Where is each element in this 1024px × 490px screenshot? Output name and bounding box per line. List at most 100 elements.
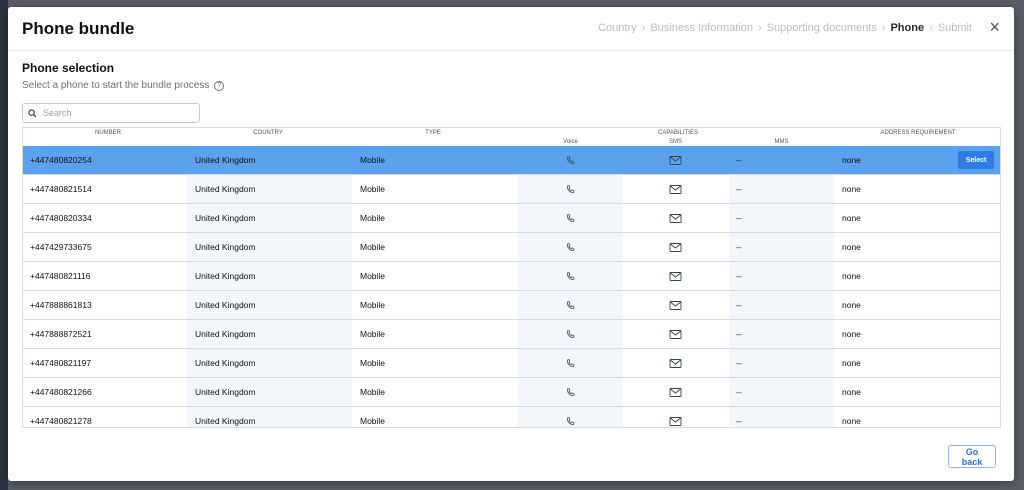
section-subtitle: Select a phone to start the bundle proce… [22, 80, 225, 91]
cell-type: Mobile [360, 242, 386, 252]
envelope-icon [669, 378, 682, 406]
cell-type: Mobile [360, 416, 386, 426]
breadcrumb-item-submit[interactable]: Submit [938, 22, 972, 34]
section-subtitle-text: Select a phone to start the bundle proce… [22, 80, 210, 91]
table-row[interactable]: +447480821278 United Kingdom Mobile -- none [23, 407, 1000, 427]
phone-icon [565, 407, 576, 427]
cell-address-requirement: none [842, 271, 861, 281]
cell-mms: -- [736, 271, 742, 281]
cell-number: +447429733675 [30, 242, 92, 252]
breadcrumb-item-country[interactable]: Country [598, 22, 637, 34]
header-capabilities: CAPABILITIES [658, 130, 698, 136]
cell-type: Mobile [360, 300, 386, 310]
cell-address-requirement: none [842, 300, 861, 310]
cell-country: United Kingdom [195, 329, 256, 339]
chevron-right-icon: › [758, 22, 762, 34]
phone-icon [565, 204, 576, 232]
cell-mms: -- [736, 329, 742, 339]
help-circle-icon[interactable]: ? [214, 80, 225, 91]
header-country[interactable]: COUNTRY [218, 130, 318, 136]
breadcrumb-item-business-information[interactable]: Business Information [650, 22, 753, 34]
table-row[interactable]: +447480821116 United Kingdom Mobile -- none [23, 262, 1000, 291]
breadcrumb-item-phone[interactable]: Phone [890, 22, 924, 34]
phone-icon [565, 175, 576, 203]
cell-country: United Kingdom [195, 155, 256, 165]
cell-number: +447480821197 [30, 358, 92, 368]
phone-icon [565, 349, 576, 377]
cell-mms: -- [736, 387, 742, 397]
cell-number: +447888872521 [30, 329, 92, 339]
envelope-icon [669, 233, 682, 261]
header-number[interactable]: NUMBER [53, 130, 163, 136]
search-input[interactable] [41, 107, 195, 119]
cell-country: United Kingdom [195, 213, 256, 223]
modal-title: Phone bundle [22, 19, 135, 38]
background-sidebar [0, 0, 8, 490]
section-title: Phone selection [22, 61, 115, 75]
chevron-right-icon: › [929, 22, 933, 34]
close-icon[interactable]: × [989, 18, 1000, 36]
cell-number: +447480821514 [30, 184, 92, 194]
select-button[interactable]: Select [958, 151, 994, 169]
cell-country: United Kingdom [195, 271, 256, 281]
cell-address-requirement: none [842, 387, 861, 397]
breadcrumb-item-supporting-documents[interactable]: Supporting documents [767, 22, 877, 34]
envelope-icon [669, 146, 682, 174]
cell-type: Mobile [360, 184, 386, 194]
cell-address-requirement: none [842, 242, 861, 252]
phone-icon [565, 233, 576, 261]
header-voice: Voice [563, 139, 578, 145]
table-row[interactable]: +447888872521 United Kingdom Mobile -- none [23, 320, 1000, 349]
cell-type: Mobile [360, 213, 386, 223]
breadcrumb: Country › Business Information › Supporting … [598, 22, 972, 34]
cell-address-requirement: none [842, 329, 861, 339]
search-box[interactable] [22, 103, 200, 123]
cell-address-requirement: none [842, 184, 861, 194]
phone-icon [565, 291, 576, 319]
header-sms: SMS [668, 139, 682, 145]
table-row[interactable]: +447480820254 United Kingdom Mobile -- none S… [23, 146, 1000, 175]
table-row[interactable]: +447480820334 United Kingdom Mobile -- none [23, 204, 1000, 233]
column-shade [729, 175, 834, 203]
go-back-button[interactable]: Go back [948, 445, 996, 468]
cell-address-requirement: none [842, 155, 861, 165]
cell-address-requirement: none [842, 358, 861, 368]
cell-mms: -- [736, 155, 742, 165]
envelope-icon [669, 204, 682, 232]
column-shade [729, 378, 834, 406]
cell-number: +447480820334 [30, 213, 92, 223]
envelope-icon [669, 349, 682, 377]
table-header: NUMBER COUNTRY TYPE CAPABILITIES Voice S… [23, 128, 1000, 147]
column-shade [729, 204, 834, 232]
cell-address-requirement: none [842, 416, 861, 426]
table-row[interactable]: +447480821514 United Kingdom Mobile -- none [23, 175, 1000, 204]
table-row[interactable]: +447888861813 United Kingdom Mobile -- none [23, 291, 1000, 320]
cell-type: Mobile [360, 271, 386, 281]
cell-mms: -- [736, 184, 742, 194]
cell-number: +447480820254 [30, 155, 92, 165]
cell-number: +447480821116 [30, 271, 91, 281]
phone-icon [565, 378, 576, 406]
phone-icon [565, 262, 576, 290]
phone-bundle-modal: Phone bundle Country › Business Informatio… [8, 7, 1014, 481]
cell-mms: -- [736, 358, 742, 368]
table-row[interactable]: +447480821197 United Kingdom Mobile -- none [23, 349, 1000, 378]
column-shade [729, 349, 834, 377]
envelope-icon [669, 175, 682, 203]
cell-mms: -- [736, 213, 742, 223]
phone-table: NUMBER COUNTRY TYPE CAPABILITIES Voice S… [22, 127, 1001, 428]
chevron-right-icon: › [881, 22, 886, 34]
phone-icon [565, 146, 576, 174]
header-address-requirement[interactable]: ADDRESS REQUIREMENT [863, 130, 973, 136]
cell-address-requirement: none [842, 213, 861, 223]
table-row[interactable]: +447480821266 United Kingdom Mobile -- none [23, 378, 1000, 407]
cell-type: Mobile [360, 358, 386, 368]
cell-mms: -- [736, 416, 742, 426]
header-type[interactable]: TYPE [383, 130, 483, 136]
cell-type: Mobile [360, 387, 386, 397]
cell-country: United Kingdom [195, 184, 256, 194]
chevron-right-icon: › [641, 22, 646, 34]
envelope-icon [669, 320, 682, 348]
table-row[interactable]: +447429733675 United Kingdom Mobile -- none [23, 233, 1000, 262]
cell-country: United Kingdom [195, 387, 256, 397]
